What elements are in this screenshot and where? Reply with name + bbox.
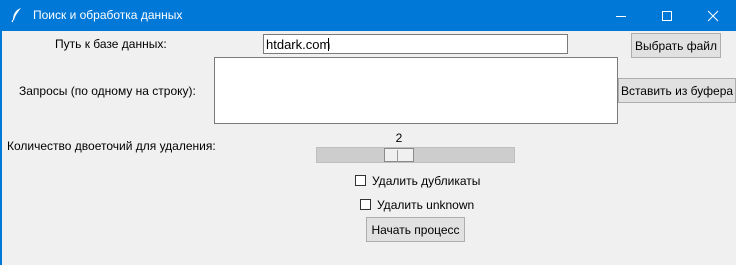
colons-slider-thumb[interactable]	[384, 148, 414, 162]
paste-button-label: Вставить из буфера	[620, 84, 734, 98]
choose-file-button-label: Выбрать файл	[635, 39, 717, 53]
window-title: Поиск и обработка данных	[33, 8, 183, 22]
colons-scale-value: 2	[395, 131, 403, 145]
db-path-label: Путь к базе данных:	[55, 37, 167, 51]
queries-label: Запросы (по одному на строку):	[19, 84, 196, 98]
slider-thumb-groove	[397, 150, 398, 162]
queries-textarea[interactable]	[214, 57, 618, 124]
paste-from-clipboard-button[interactable]: Вставить из буфера	[618, 78, 736, 103]
close-icon	[707, 10, 719, 22]
colons-slider[interactable]	[316, 147, 515, 163]
maximize-icon	[662, 11, 672, 21]
remove-unknown-label[interactable]: Удалить unknown	[377, 198, 474, 212]
feather-icon	[11, 8, 21, 23]
db-path-value: htdark.com	[266, 37, 331, 52]
remove-unknown-checkbox[interactable]	[360, 199, 371, 210]
start-process-button-label: Начать процесс	[371, 223, 460, 237]
start-process-button[interactable]: Начать процесс	[366, 217, 465, 242]
minimize-icon	[616, 16, 626, 17]
maximize-button[interactable]	[644, 0, 690, 31]
remove-duplicates-checkbox[interactable]	[355, 175, 366, 186]
choose-file-button[interactable]: Выбрать файл	[631, 33, 721, 58]
remove-duplicates-label[interactable]: Удалить дубликаты	[372, 174, 480, 188]
minimize-button[interactable]	[598, 0, 644, 31]
text-caret	[328, 38, 329, 51]
db-path-input[interactable]: htdark.com	[263, 34, 568, 54]
window-border-left	[0, 31, 2, 265]
title-bar: Поиск и обработка данных	[0, 0, 736, 31]
colons-label: Количество двоеточий для удаления:	[7, 139, 216, 153]
close-button[interactable]	[690, 0, 736, 31]
window-client-area: Путь к базе данных: htdark.com Выбрать ф…	[0, 31, 736, 265]
